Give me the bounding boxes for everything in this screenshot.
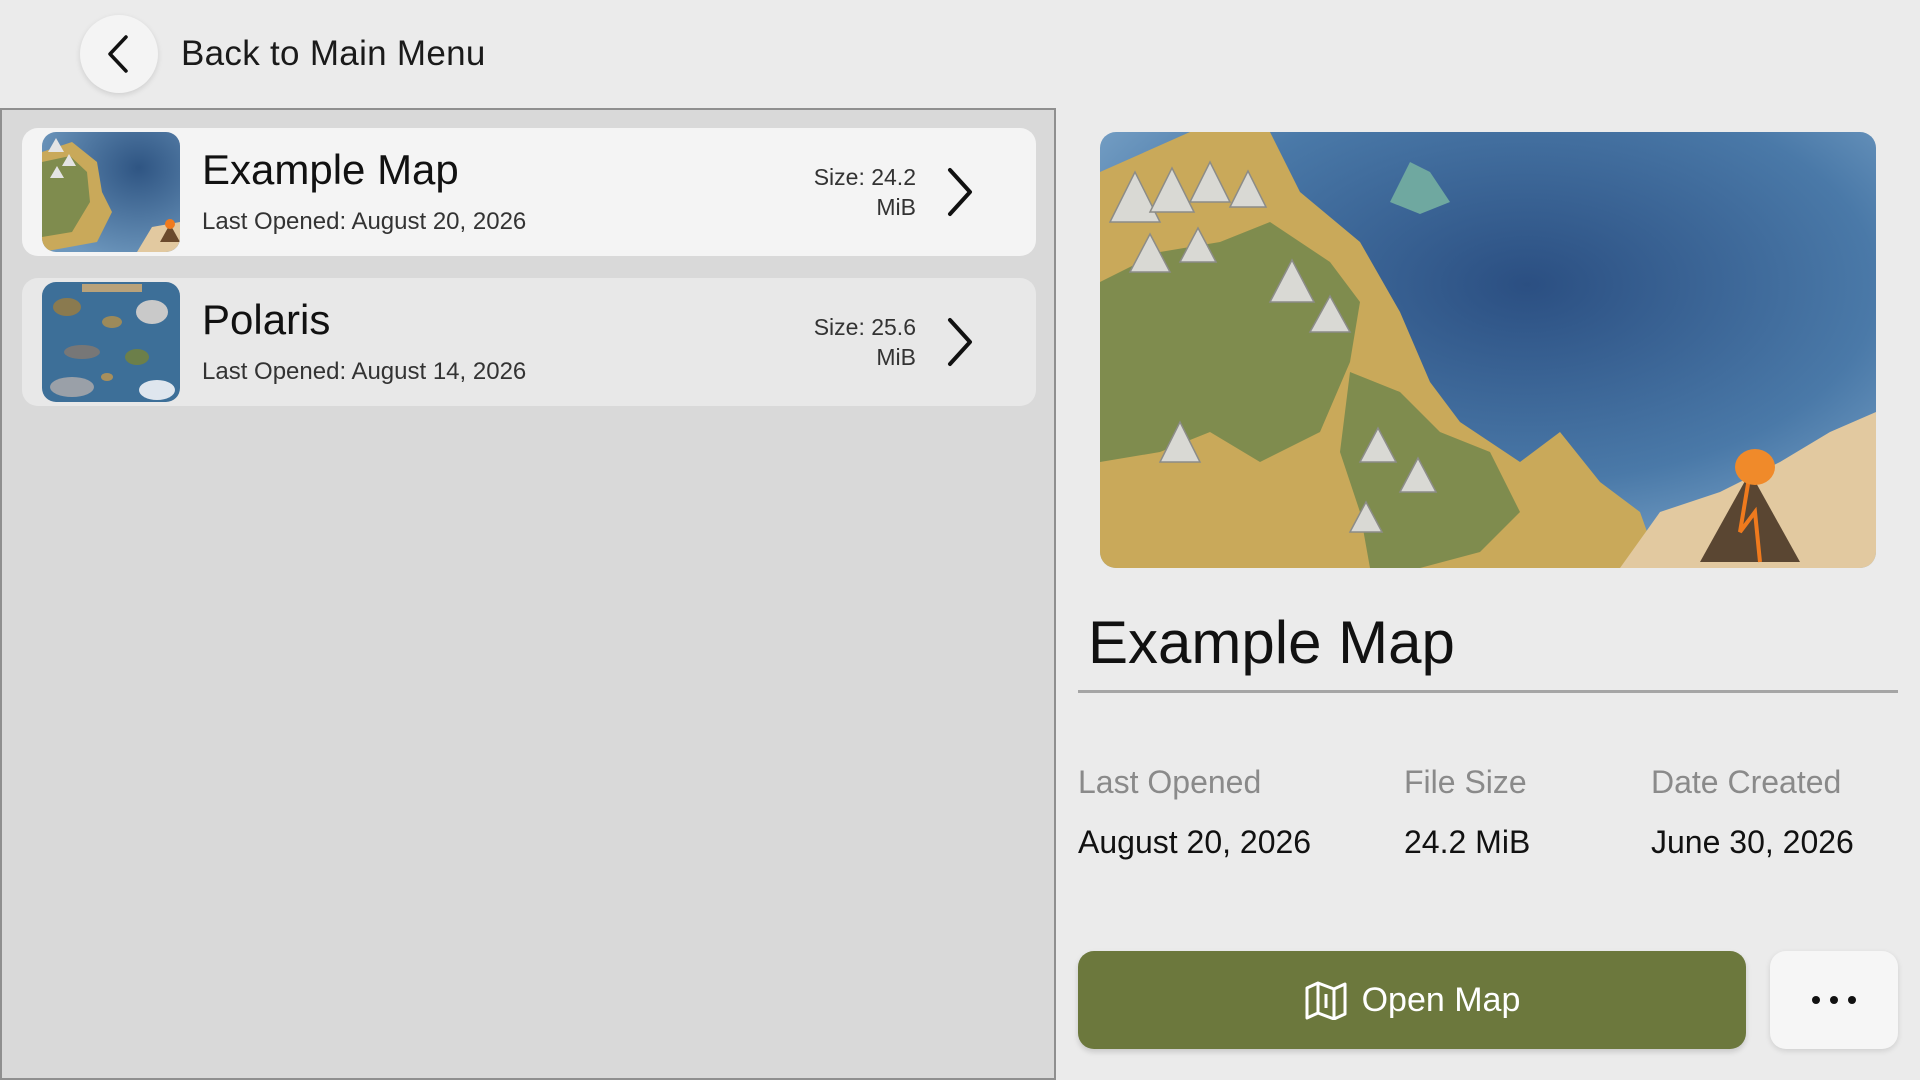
- open-map-button[interactable]: Open Map: [1078, 951, 1746, 1049]
- map-details-panel: Example Map Last Opened File Size Date C…: [1058, 108, 1920, 1080]
- map-thumbnail: [42, 282, 180, 402]
- map-list: Example Map Last Opened: August 20, 2026…: [0, 108, 1056, 1080]
- chevron-right-icon: [948, 318, 972, 366]
- file-size-label: File Size: [1404, 764, 1527, 800]
- file-size-value: 24.2 MiB: [1404, 824, 1531, 860]
- details-title: Example Map: [1088, 609, 1455, 676]
- map-size-unit: MiB: [876, 344, 916, 370]
- map-size-value: Size: 25.6: [813, 314, 916, 340]
- map-size-unit: MiB: [876, 194, 916, 220]
- chevron-right-icon: [948, 168, 972, 216]
- map-name: Example Map: [202, 146, 459, 193]
- more-options-button[interactable]: [1770, 951, 1898, 1049]
- map-thumbnail: [42, 132, 180, 252]
- map-size: Size: 24.2 MiB: [776, 162, 916, 222]
- title-divider: [1078, 690, 1898, 693]
- map-preview-image: [1100, 132, 1876, 568]
- back-button[interactable]: [80, 15, 158, 93]
- more-horizontal-icon: [1807, 996, 1861, 1004]
- map-icon: [1305, 981, 1347, 1020]
- open-map-label: Open Map: [1361, 980, 1521, 1019]
- header-bar: Back to Main Menu: [0, 0, 1920, 108]
- map-size: Size: 25.6 MiB: [776, 312, 916, 372]
- last-opened-label: Last Opened: [1078, 764, 1262, 800]
- map-size-value: Size: 24.2: [813, 164, 916, 190]
- map-list-item[interactable]: Polaris Last Opened: August 14, 2026 Siz…: [22, 278, 1036, 406]
- last-opened-value: August 20, 2026: [1078, 824, 1312, 860]
- map-list-item[interactable]: Example Map Last Opened: August 20, 2026…: [22, 128, 1036, 256]
- map-name: Polaris: [202, 296, 331, 343]
- chevron-left-icon: [108, 35, 128, 73]
- date-created-label: Date Created: [1651, 764, 1842, 800]
- date-created-value: June 30, 2026: [1651, 824, 1854, 860]
- map-last-opened: Last Opened: August 20, 2026: [202, 208, 527, 235]
- map-last-opened: Last Opened: August 14, 2026: [202, 358, 527, 385]
- back-label[interactable]: Back to Main Menu: [181, 34, 486, 74]
